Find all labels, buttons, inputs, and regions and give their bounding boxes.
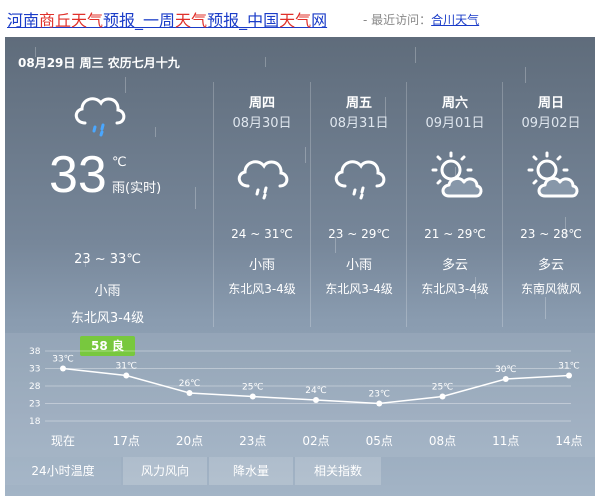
temperature-point [186, 390, 193, 396]
point-label: 31℃ [558, 362, 580, 372]
today-range: 23 ~ 33℃ [74, 252, 141, 267]
x-tick-label: 17点 [113, 434, 140, 448]
temperature-point [566, 372, 572, 379]
tab-wind[interactable]: 风力风向 [123, 457, 207, 485]
recent-link[interactable]: 合川天气 [431, 13, 479, 27]
tab-24h-temperature[interactable]: 24小时温度 [5, 457, 121, 485]
rain-streak [415, 47, 416, 63]
y-tick-label: 28 [29, 382, 41, 392]
tab-precipitation[interactable]: 降水量 [209, 457, 293, 485]
day-weather: 小雨 [248, 258, 275, 273]
rain-streak [265, 57, 266, 67]
x-tick-label: 02点 [302, 434, 329, 448]
x-tick-label: 05点 [366, 434, 393, 448]
day-name: 周四 [248, 96, 275, 111]
day-date: 08月30日 [232, 116, 292, 131]
sun-cloud-icon [527, 151, 579, 198]
y-tick-label: 23 [29, 400, 40, 410]
forecast-day-3[interactable]: 周六 09月01日 21 ~ 29℃ 多云 东北风3-4级 [406, 82, 503, 327]
point-label: 31℃ [115, 362, 137, 372]
date-line: 08月29日 周三 农历七月十九 [18, 56, 180, 70]
y-tick-label: 18 [29, 417, 41, 427]
title-part: 河南 [7, 11, 40, 30]
cloud-rain-icon [334, 160, 386, 200]
temperature-point [249, 393, 256, 400]
temperature-point [313, 397, 319, 403]
forecast-day-2[interactable]: 周五 08月31日 23 ~ 29℃ 小雨 东北风3-4级 [310, 82, 407, 327]
day-date: 09月01日 [425, 116, 485, 131]
x-tick-label: 08点 [429, 434, 456, 448]
temperature-point [123, 372, 130, 379]
day-weather: 多云 [537, 258, 564, 273]
current-condition: 雨(实时) [112, 181, 162, 196]
today-weather: 小雨 [94, 284, 121, 299]
title-part: 网 [311, 11, 328, 30]
point-label: 30℃ [495, 365, 517, 375]
temperature-point [439, 393, 446, 400]
day-name: 周日 [537, 96, 564, 111]
title-part: 预报_一周 [103, 11, 176, 30]
day-date: 09月02日 [521, 116, 581, 131]
point-label: 25℃ [432, 383, 454, 393]
day-range: 21 ~ 29℃ [424, 227, 486, 241]
tab-indices[interactable]: 相关指数 [295, 457, 381, 485]
x-tick-label: 现在 [51, 434, 75, 448]
weather-panel: 08月29日 周三 农历七月十九 33 ℃ 雨(实时) 23 ~ 33℃ 小雨 … [5, 37, 595, 496]
current-temperature: 33 [49, 146, 107, 204]
temperature-point [502, 376, 509, 382]
y-tick-label: 38 [29, 347, 41, 357]
today-block: 33 ℃ 雨(实时) 23 ~ 33℃ 小雨 东北风3-4级 58 良 [5, 77, 210, 356]
day-name: 周六 [441, 96, 468, 111]
point-label: 24℃ [305, 386, 327, 396]
day-wind: 东北风3-4级 [421, 282, 489, 296]
x-tick-label: 14点 [555, 434, 582, 448]
rain-streak [525, 67, 526, 83]
recent-visits: - 最近访问：合川天气 [363, 11, 479, 28]
day-weather: 多云 [441, 258, 468, 273]
y-tick-label: 33 [29, 365, 40, 375]
x-tick-label: 23点 [239, 434, 266, 448]
day-range: 24 ~ 31℃ [231, 227, 293, 241]
day-wind: 东北风3-4级 [228, 282, 296, 296]
day-weather: 小雨 [345, 258, 372, 273]
point-label: 26℃ [179, 379, 201, 389]
page-title-link[interactable]: 河南商丘天气预报_一周天气预报_中国天气网 [7, 7, 327, 31]
x-tick-label: 20点 [176, 434, 203, 448]
point-label: 25℃ [242, 383, 264, 393]
chart-tabs: 24小时温度 风力风向 降水量 相关指数 [5, 457, 595, 487]
title-part-weather: 天气 [175, 11, 208, 30]
day-wind: 东南风微风 [520, 282, 581, 296]
forecast-day-4[interactable]: 周日 09月02日 23 ~ 28℃ 多云 东南风微风 [502, 82, 595, 327]
day-date: 08月31日 [329, 116, 389, 131]
title-part-city: 商丘天气 [39, 11, 104, 30]
title-part-weather: 天气 [279, 11, 312, 30]
temperature-point [376, 400, 383, 407]
recent-label: - 最近访问： [363, 13, 432, 27]
temperature-unit: ℃ [112, 155, 127, 170]
temperature-point [60, 365, 66, 372]
title-bar: 河南商丘天气预报_一周天气预报_中国天气网 - 最近访问：合川天气 [0, 0, 600, 36]
sun-cloud-icon [431, 151, 483, 198]
day-range: 23 ~ 29℃ [328, 227, 390, 241]
cloud-rain-icon [74, 97, 126, 137]
day-range: 23 ~ 28℃ [520, 227, 582, 241]
today-wind: 东北风3-4级 [70, 311, 145, 326]
day-name: 周五 [345, 96, 372, 111]
hourly-temperature-chart: 38 33 28 23 18 33℃ 现在 31℃ 17点 26℃ 20点 25℃ 23点 24℃ 02点 2… [29, 347, 583, 448]
title-part: 预报_中国 [207, 11, 280, 30]
point-label: 33℃ [52, 355, 74, 365]
forecast-day-1[interactable]: 周四 08月30日 24 ~ 31℃ 小雨 东北风3-4级 [213, 82, 310, 327]
x-tick-label: 11点 [492, 434, 519, 448]
point-label: 23℃ [368, 390, 390, 400]
day-wind: 东北风3-4级 [325, 282, 393, 296]
cloud-rain-icon [237, 160, 289, 200]
